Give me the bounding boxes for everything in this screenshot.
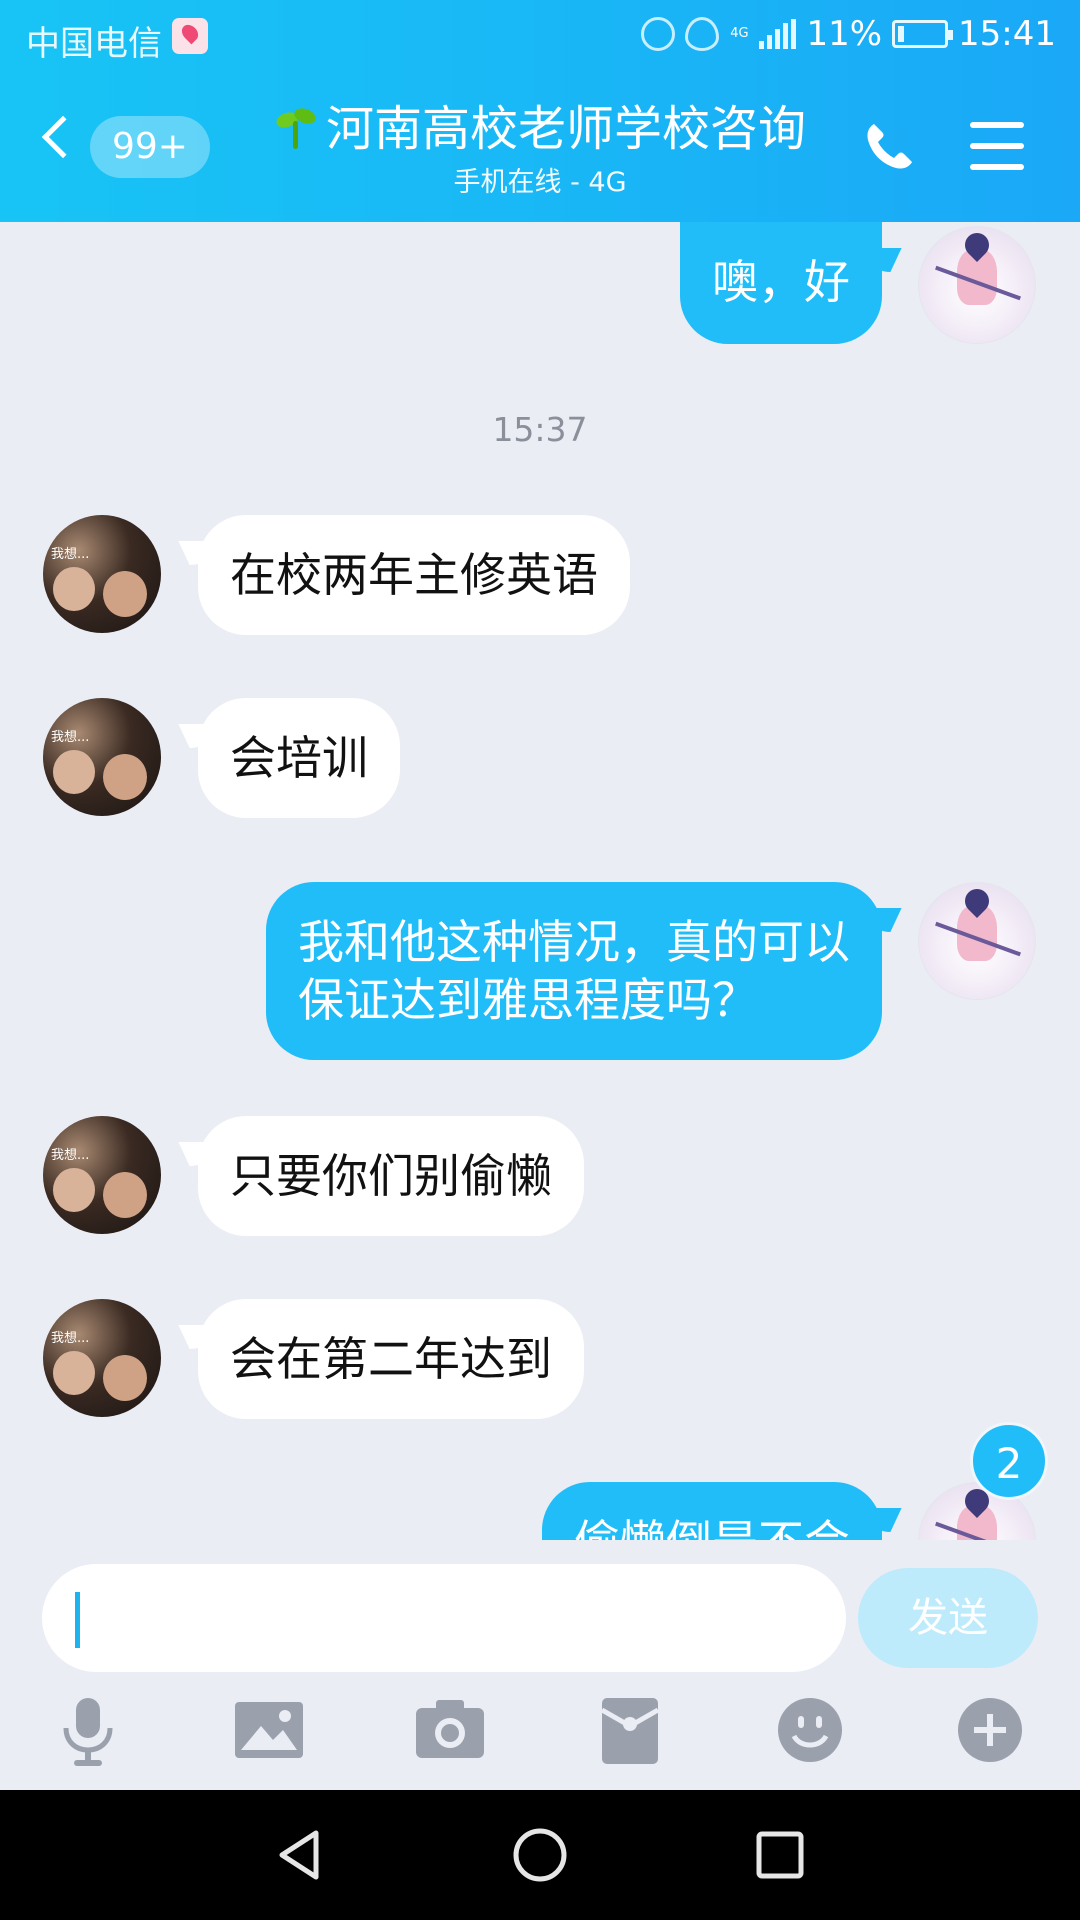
recents-square-icon[interactable] [750, 1825, 810, 1885]
message-bubble-other[interactable]: 会培训 [198, 698, 400, 818]
system-nav-bar [0, 1790, 1080, 1920]
online-status: 手机在线 - 4G [453, 167, 627, 198]
network-type: 4G [730, 26, 749, 41]
signal-icon [759, 19, 797, 49]
home-circle-icon[interactable] [510, 1825, 570, 1885]
phone-icon[interactable] [860, 118, 918, 176]
message-bubble-other[interactable]: 会在第二年达到 [198, 1299, 584, 1419]
carrier-label: 中国电信 [26, 24, 162, 64]
microphone-icon[interactable] [48, 1690, 128, 1770]
eye-comfort-icon [685, 17, 720, 51]
input-bar: 发送 [0, 1540, 1080, 1790]
message-input[interactable] [42, 1564, 846, 1672]
back-triangle-icon[interactable] [270, 1825, 330, 1885]
contact-avatar[interactable]: 我想... [43, 1116, 161, 1234]
image-icon[interactable] [229, 1690, 309, 1770]
contact-avatar[interactable]: 我想... [43, 698, 161, 816]
contact-avatar[interactable]: 我想... [43, 515, 161, 633]
status-indicators: 4G 11% 15:41 [641, 14, 1056, 54]
status-bar: 中国电信 4G 11% 15:41 [0, 0, 1080, 75]
message-bubble-self[interactable]: 偷懒倒是不会 [542, 1482, 882, 1540]
red-packet-icon[interactable] [590, 1690, 670, 1770]
message-bubble-self[interactable]: 噢，好 [680, 222, 882, 344]
message-bubble-other[interactable]: 只要你们别偷懒 [198, 1116, 584, 1236]
battery-percent: 11% [806, 14, 883, 54]
self-avatar[interactable] [918, 226, 1036, 344]
chat-title-text: 河南高校老师学校咨询 [325, 101, 806, 157]
unread-count-badge[interactable]: 99+ [90, 116, 210, 178]
du-app-icon [172, 18, 208, 54]
camera-icon[interactable] [410, 1690, 490, 1770]
text-cursor [75, 1592, 80, 1648]
alarm-icon [641, 17, 676, 51]
message-bubble-other[interactable]: 在校两年主修英语 [198, 515, 630, 635]
sprout-icon [274, 105, 318, 151]
plus-icon[interactable] [950, 1690, 1030, 1770]
emoji-icon[interactable] [770, 1690, 850, 1770]
chat-header: 中国电信 4G 11% 15:41 99+ 河南高校老师学校咨询 手机在线 - … [0, 0, 1080, 222]
toolbar [0, 1690, 1080, 1790]
send-button[interactable]: 发送 [858, 1568, 1038, 1668]
message-timestamp: 15:37 [492, 410, 588, 449]
self-avatar[interactable] [918, 882, 1036, 1000]
new-message-badge[interactable]: 2 [970, 1422, 1048, 1500]
message-bubble-self[interactable]: 我和他这种情况，真的可以 保证达到雅思程度吗？ [266, 882, 882, 1060]
back-icon[interactable] [41, 115, 85, 159]
battery-icon [892, 20, 954, 48]
chat-title-area[interactable]: 河南高校老师学校咨询 手机在线 - 4G [240, 100, 840, 199]
message-line: 保证达到雅思程度吗？ [298, 973, 758, 1027]
chat-title: 河南高校老师学校咨询 [240, 100, 840, 158]
contact-avatar[interactable]: 我想... [43, 1299, 161, 1417]
menu-icon[interactable] [970, 122, 1024, 170]
message-list[interactable]: 噢，好 15:37 我想... 在校两年主修英语 我想... 会培训 我和他这种… [0, 222, 1080, 1540]
clock-time: 15:41 [958, 14, 1056, 54]
message-line: 我和他这种情况，真的可以 [298, 915, 850, 969]
